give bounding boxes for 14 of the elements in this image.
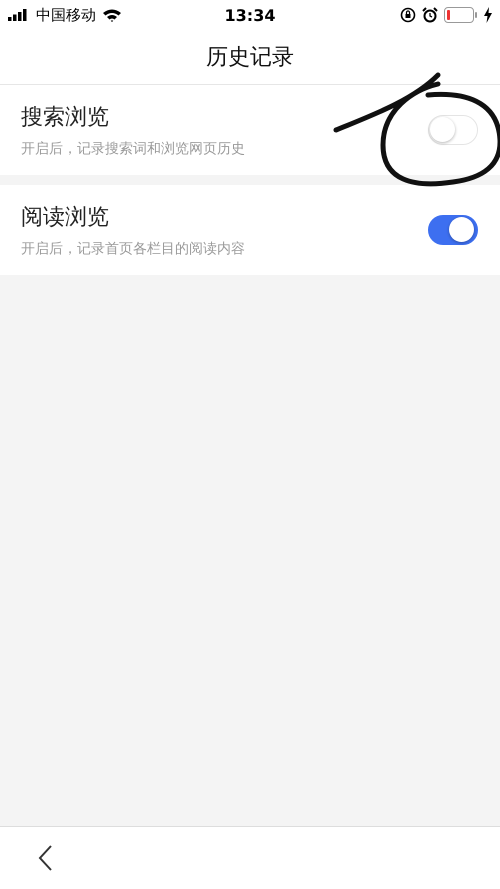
setting-label: 搜索浏览 [21, 104, 110, 132]
page-title: 历史记录 [206, 44, 294, 72]
carrier-name: 中国移动 [36, 6, 96, 24]
toggle-switch[interactable] [428, 215, 478, 245]
setting-description: 开启后，记录搜索词和浏览网页历史 [21, 140, 245, 158]
status-time: 13:34 [224, 6, 276, 24]
setting-description: 开启后，记录首页各栏目的阅读内容 [21, 240, 245, 258]
setting-label: 阅读浏览 [21, 204, 110, 232]
alarm-icon [422, 7, 438, 23]
back-icon[interactable] [37, 844, 53, 872]
battery-icon [444, 7, 478, 23]
wifi-icon [102, 8, 122, 22]
rotation-lock-icon [400, 7, 416, 23]
charging-icon [484, 7, 492, 23]
